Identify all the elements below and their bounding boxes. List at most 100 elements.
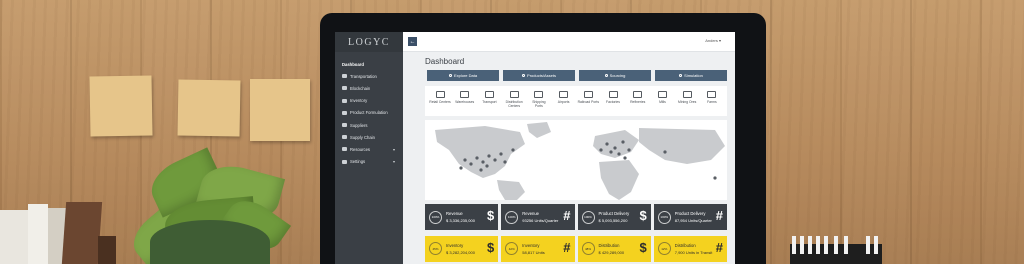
grid-icon [342,147,347,152]
pencil [792,236,796,254]
filter-farms[interactable]: Farms [701,91,723,116]
pencil [874,236,878,254]
search-icon [604,74,608,77]
refinery-icon [633,91,643,98]
kpi-card-distribution-units[interactable]: 12% Distribution 7,900 Units in Transit … [653,235,727,262]
book [0,210,28,264]
filter-shipping-ports[interactable]: Shipping Ports [528,91,550,116]
sidebar-item-label: Inventory [350,98,368,104]
kpi-title: Product Delivery [674,211,706,216]
kpi-card-delivery-value[interactable]: 100% Product Delivery $ 5,093,556,200 $ [577,204,651,230]
pickaxe-icon [682,91,692,98]
gear-icon [342,159,347,164]
search-icon [448,74,452,77]
progress-ring: 100% [505,210,519,224]
filter-mining-ores[interactable]: Mining Ores [676,91,698,116]
pencil [824,236,828,254]
facility-filter-bar: Retail Centers Warehouses Transport Dist… [425,86,727,116]
dollar-icon: $ [639,208,647,223]
filter-label: Mining Ores [678,100,697,104]
chevron-down-icon: ▾ [392,146,395,152]
document-icon [342,110,347,115]
sidebar-item-label: Supply Chain [350,134,375,140]
kpi-card-distribution-value[interactable]: 48% Distribution $ 429,289,000 $ [577,235,651,262]
sidebar-item-label: Product Formulation [350,110,388,116]
airplane-icon [559,91,569,98]
user-menu[interactable]: Anders ▾ [705,38,721,43]
truck-icon [342,74,347,79]
filter-factories[interactable]: Factories [602,91,624,116]
sourcing-button[interactable]: Sourcing [579,70,651,81]
filter-transport[interactable]: Transport [478,91,500,116]
store-icon [435,91,445,98]
hash-icon: # [715,208,723,223]
sidebar-item-settings[interactable]: Settings ▾ [335,156,403,168]
kpi-card-inventory-value[interactable]: 45% Inventory $ 3,282,204,000 $ [425,235,499,262]
sidebar-item-supply-chain[interactable]: Supply Chain [335,131,403,143]
train-icon [583,91,593,98]
kpi-value: 7,900 Units in Transit [674,249,713,255]
dollar-icon: $ [487,239,495,255]
kpi-value: 93256 Units/Quarter [522,218,559,223]
kpi-title: Distribution [674,242,696,248]
filter-distribution-centers[interactable]: Distribution Centers [503,91,525,116]
ship-icon [534,91,544,98]
filter-refineries[interactable]: Refineries [627,91,649,116]
top-bar: ← Anders ▾ [403,32,735,52]
distribution-icon [509,91,519,98]
filter-label: Warehouses [455,100,475,104]
sidebar-item-suppliers[interactable]: Suppliers [335,119,403,131]
chevron-down-icon: ▾ [392,159,395,165]
filter-warehouses[interactable]: Warehouses [454,91,476,116]
kpi-value: 87,954 Units/Quarter [674,218,712,223]
link-icon [342,86,347,91]
filter-retail-centers[interactable]: Retail Centers [429,91,451,116]
truck-icon [484,91,494,98]
kpi-value: $ 5,093,556,200 [598,218,628,223]
simulation-button[interactable]: Simulation [655,70,727,81]
products-assets-button[interactable]: Products/Assets [503,70,575,81]
network-icon [342,135,347,140]
users-icon [342,123,347,128]
filter-airports[interactable]: Airports [553,91,575,116]
sidebar-nav: Dashboard Transportation Blockchain Inve… [335,52,403,168]
hash-icon: # [563,239,571,255]
sidebar-item-label: Resources [350,146,371,152]
sidebar-item-product-formulation[interactable]: Product Formulation [335,107,403,119]
kpi-card-inventory-units[interactable]: 42% Inventory 58,817 Units # [501,235,575,262]
filter-label: Railroad Ports [577,100,600,104]
app-logo[interactable]: LOGYC [335,32,403,52]
filter-label: Distribution Centers [505,100,523,108]
sidebar-item-inventory[interactable]: Inventory [335,95,403,107]
sidebar-item-label: Blockchain [350,85,371,91]
filter-railroad-ports[interactable]: Railroad Ports [577,91,599,116]
kpi-card-delivery-units[interactable]: 100% Product Delivery 87,954 Units/Quart… [653,204,727,230]
sidebar-item-dashboard[interactable]: Dashboard [335,58,403,70]
factory-icon [608,91,618,98]
kpi-card-revenue-units[interactable]: 100% Revenue 93256 Units/Quarter # [501,204,575,230]
sticky-note [89,75,153,137]
book [28,204,48,264]
sidebar: LOGYC Dashboard Transportation Blockchai… [335,32,403,264]
hash-icon: # [563,208,571,223]
filter-label: Shipping Ports [532,100,546,108]
kpi-title: Distribution [598,242,620,248]
sidebar-item-label: Settings [350,159,366,165]
world-map[interactable] [425,120,727,200]
sidebar-item-blockchain[interactable]: Blockchain [335,82,403,94]
back-button[interactable]: ← [408,37,417,46]
sticky-note [250,79,310,141]
sidebar-item-label: Transportation [350,73,377,79]
kpi-title: Product Delivery [598,211,630,216]
explore-data-button[interactable]: Explore Data [427,70,499,81]
filter-mills[interactable]: Mills [651,91,673,116]
button-label: Simulation [684,73,703,78]
world-map-svg [425,120,727,200]
kpi-value: 58,817 Units [522,249,545,255]
book [61,202,103,264]
progress-ring: 100% [429,210,442,224]
plant-pot [150,220,270,264]
sidebar-item-resources[interactable]: Resources ▾ [335,143,403,155]
sidebar-item-transportation[interactable]: Transportation [335,70,403,82]
kpi-card-revenue-value[interactable]: 100% Revenue $ 3,336,235,000 $ [425,204,499,230]
